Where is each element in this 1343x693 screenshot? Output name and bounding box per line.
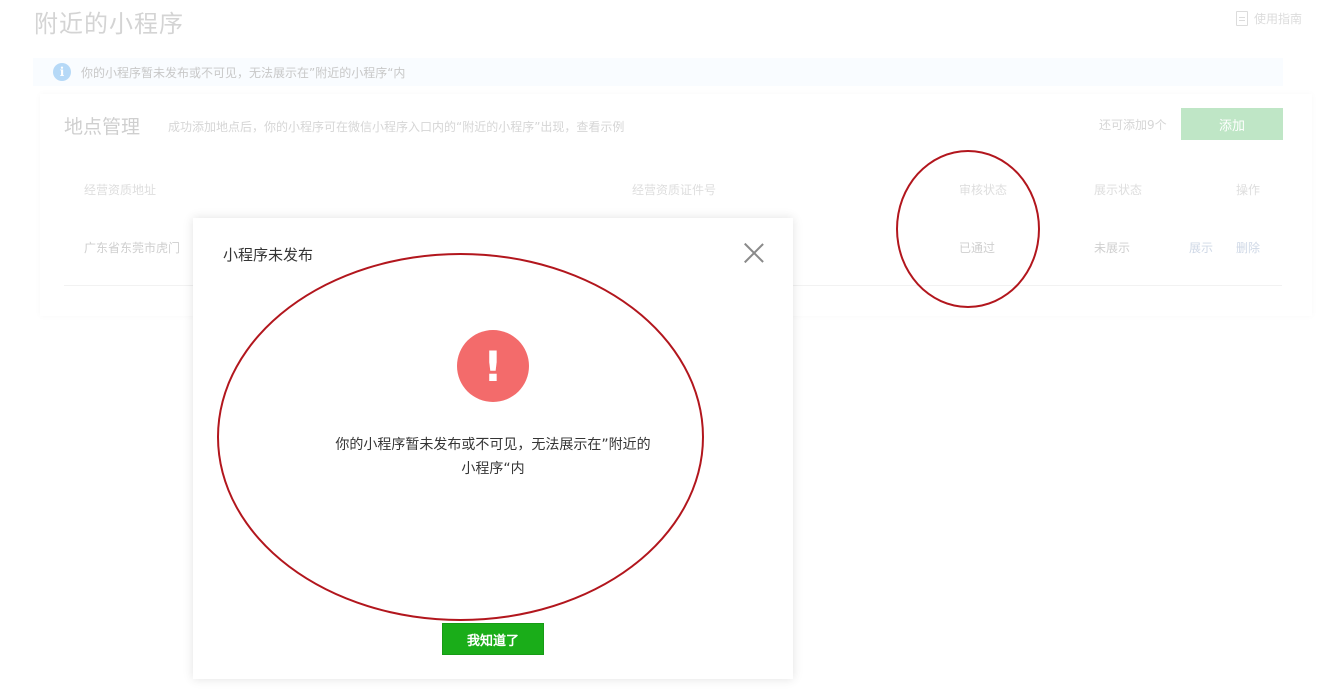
page-title: 附近的小程序	[34, 10, 184, 38]
info-icon: i	[53, 63, 71, 81]
row-review-status: 已通过	[959, 241, 996, 255]
notice-bar: i 你的小程序暂未发布或不可见，无法展示在”附近的小程序“内	[33, 58, 1283, 86]
column-header-review: 审核状态	[959, 183, 1008, 197]
section-description: 成功添加地点后，你的小程序可在微信小程序入口内的“附近的小程序”出现，查看示例	[168, 120, 625, 134]
column-header-actions: 操作	[1236, 183, 1261, 197]
dialog-message-line-1: 你的小程序暂未发布或不可见，无法展示在”附近的	[335, 437, 651, 453]
exclamation-icon: !	[457, 330, 529, 402]
row-show-link[interactable]: 展示	[1189, 239, 1213, 256]
row-display-status: 未展示	[1094, 241, 1131, 255]
row-address: 广东省东莞市虎门	[84, 241, 181, 255]
unpublished-dialog: 小程序未发布 ! 你的小程序暂未发布或不可见，无法展示在”附近的 小程序“内 我…	[193, 218, 793, 679]
add-button[interactable]: 添加	[1181, 108, 1283, 140]
usage-guide-link[interactable]: 使用指南	[1236, 10, 1302, 27]
usage-guide-label: 使用指南	[1254, 12, 1303, 26]
row-delete-link[interactable]: 删除	[1236, 239, 1260, 256]
section-title: 地点管理	[64, 116, 141, 138]
column-header-address: 经营资质地址	[84, 183, 157, 197]
document-icon	[1236, 11, 1248, 26]
dialog-title: 小程序未发布	[223, 246, 314, 264]
confirm-button[interactable]: 我知道了	[442, 623, 544, 655]
close-icon[interactable]	[743, 242, 765, 264]
remaining-count: 还可添加9个	[1099, 118, 1167, 132]
notice-text: 你的小程序暂未发布或不可见，无法展示在”附近的小程序“内	[81, 65, 406, 80]
dialog-message: 你的小程序暂未发布或不可见，无法展示在”附近的 小程序“内	[293, 433, 693, 481]
dialog-message-line-2: 小程序“内	[461, 461, 525, 477]
column-header-license: 经营资质证件号	[632, 183, 717, 197]
column-header-display: 展示状态	[1094, 183, 1143, 197]
